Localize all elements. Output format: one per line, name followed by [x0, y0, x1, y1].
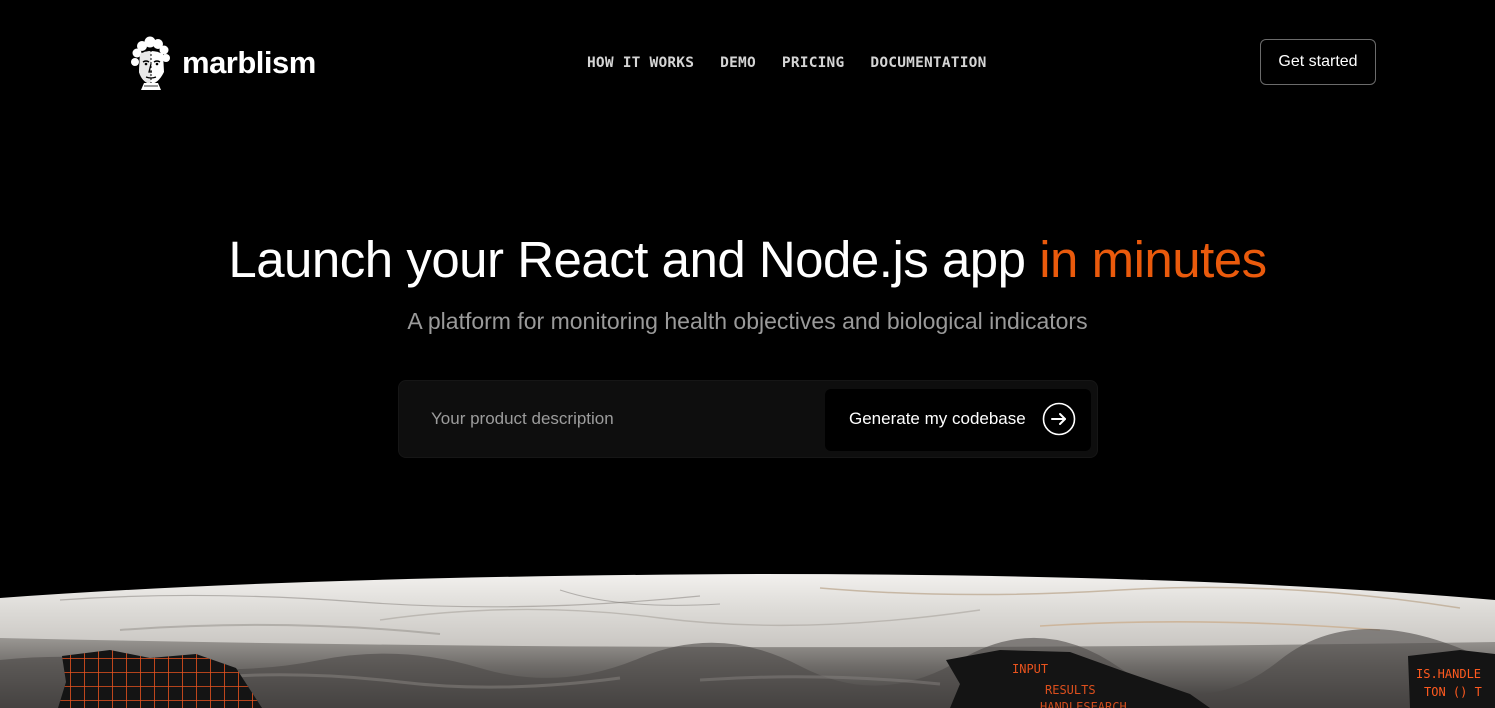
marble-bust-icon	[131, 36, 170, 90]
slab-code-text-5: TON () T	[1424, 685, 1482, 699]
product-prompt-form: Generate my codebase	[398, 380, 1098, 458]
slab-code-text-1: INPUT	[1012, 662, 1048, 676]
main-nav: HOW IT WORKS DEMO PRICING DOCUMENTATION	[587, 52, 987, 74]
slab-code-text-3: HANDLESEARCH	[1040, 700, 1127, 708]
nav-item-how-it-works[interactable]: HOW IT WORKS	[587, 52, 694, 74]
landing-page: marblism HOW IT WORKS DEMO PRICING DOCUM…	[0, 0, 1495, 708]
hero-subtitle: A platform for monitoring health objecti…	[407, 308, 1088, 334]
marble-slab-illustration: INPUT RESULTS HANDLESEARCH IS.HANDLE TON…	[0, 574, 1495, 708]
brand-name: marblism	[182, 45, 316, 80]
brand-logo[interactable]: marblism	[128, 36, 316, 90]
nav-item-pricing[interactable]: PRICING	[782, 52, 845, 74]
slab-code-text-2: RESULTS	[1045, 683, 1096, 697]
hero-title-accent: in minutes	[1039, 231, 1267, 288]
get-started-button[interactable]: Get started	[1260, 39, 1376, 85]
generate-button-label: Generate my codebase	[849, 409, 1026, 428]
product-description-input[interactable]	[411, 389, 811, 449]
hero-title: Launch your React and Node.js app in min…	[0, 228, 1495, 292]
nav-item-demo[interactable]: DEMO	[720, 52, 756, 74]
generate-codebase-button[interactable]: Generate my codebase	[825, 389, 1091, 451]
arrow-right-circle-icon	[1042, 402, 1076, 436]
slab-code-text-4: IS.HANDLE	[1416, 667, 1481, 681]
hero-title-main: Launch your React and Node.js app	[228, 231, 1040, 288]
site-header: marblism HOW IT WORKS DEMO PRICING DOCUM…	[0, 0, 1495, 128]
nav-item-documentation[interactable]: DOCUMENTATION	[870, 52, 986, 74]
